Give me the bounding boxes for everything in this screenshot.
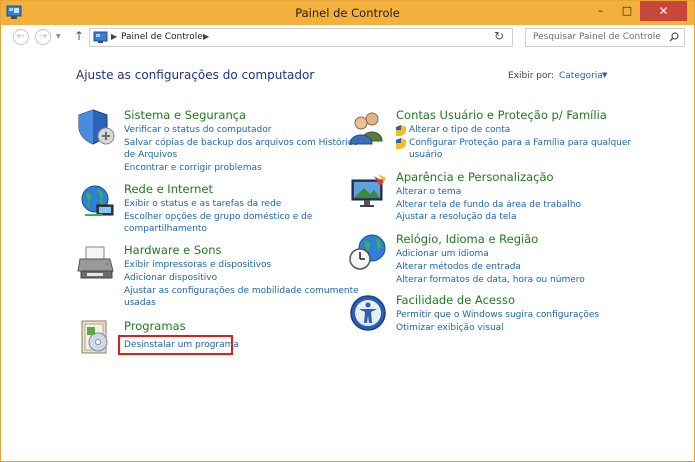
close-button[interactable]: ✕ bbox=[640, 1, 687, 21]
category-title-rede-e-internet[interactable]: Rede e Internet bbox=[124, 182, 213, 196]
address-bar[interactable]: ▶ Painel de Controle ▶ bbox=[89, 28, 513, 47]
category-title-aparencia[interactable]: Aparência e Personalização bbox=[396, 170, 554, 184]
back-button[interactable]: ← bbox=[13, 29, 29, 45]
link-exibir-status-rede[interactable]: Exibir o status e as tarefas da rede bbox=[124, 198, 281, 210]
link-ajustar-mobilidade[interactable]: Ajustar as configurações de mobilidade c… bbox=[124, 285, 359, 297]
link-ajustar-resolucao[interactable]: Ajustar a resolução da tela bbox=[396, 211, 516, 223]
navigation-bar: ← → ▼ ↑ ▶ Painel de Controle ▶ ↻ Pesquis… bbox=[1, 25, 694, 50]
refresh-icon[interactable]: ↻ bbox=[494, 29, 504, 43]
search-icon[interactable] bbox=[669, 32, 679, 42]
control-panel-icon bbox=[93, 31, 108, 43]
link-salvar-copias-backup-cont[interactable]: de Arquivos bbox=[124, 149, 177, 161]
category-title-hardware-e-sons[interactable]: Hardware e Sons bbox=[124, 243, 222, 257]
link-configurar-protecao-familia-cont[interactable]: usuário bbox=[409, 149, 442, 161]
category-title-facilidade-acesso[interactable]: Facilidade de Acesso bbox=[396, 293, 515, 307]
highlight-box bbox=[118, 335, 233, 355]
maximize-button[interactable]: □ bbox=[614, 1, 640, 21]
category-title-relogio-idioma-regiao[interactable]: Relógio, Idioma e Região bbox=[396, 232, 538, 246]
link-encontrar-corrigir-problemas[interactable]: Encontrar e corrigir problemas bbox=[124, 162, 262, 174]
chevron-down-icon[interactable]: ▼ bbox=[602, 71, 607, 79]
title-bar[interactable]: Painel de Controle – □ ✕ bbox=[1, 1, 694, 25]
link-grupo-domestico-cont[interactable]: compartilhamento bbox=[124, 223, 207, 235]
clock-globe-icon[interactable] bbox=[348, 232, 388, 272]
shield-security-icon[interactable] bbox=[77, 107, 117, 147]
main-content: Ajuste as configurações do computador Ex… bbox=[1, 50, 694, 461]
link-adicionar-dispositivo[interactable]: Adicionar dispositivo bbox=[124, 272, 217, 284]
recent-locations-chevron-icon[interactable]: ▼ bbox=[56, 33, 61, 40]
breadcrumb-painel-de-controle[interactable]: Painel de Controle bbox=[121, 32, 203, 42]
search-placeholder: Pesquisar Painel de Controle bbox=[533, 32, 661, 42]
category-title-sistema-e-seguranca[interactable]: Sistema e Segurança bbox=[124, 108, 246, 122]
breadcrumb-separator-icon[interactable]: ▶ bbox=[111, 32, 117, 41]
link-salvar-copias-backup[interactable]: Salvar cópias de backup dos arquivos com… bbox=[124, 137, 358, 149]
link-permitir-windows-sugira[interactable]: Permitir que o Windows sugira configuraç… bbox=[396, 309, 599, 321]
link-verificar-status[interactable]: Verificar o status do computador bbox=[124, 124, 271, 136]
network-globe-icon[interactable] bbox=[77, 181, 117, 221]
forward-button[interactable]: → bbox=[35, 29, 51, 45]
users-icon[interactable] bbox=[348, 107, 388, 147]
minimize-button[interactable]: – bbox=[587, 1, 614, 21]
view-by-dropdown[interactable]: Categoria bbox=[559, 71, 603, 81]
search-input[interactable]: Pesquisar Painel de Controle bbox=[525, 28, 685, 47]
link-alterar-tema[interactable]: Alterar o tema bbox=[396, 186, 461, 198]
programs-icon[interactable] bbox=[77, 317, 117, 357]
page-title: Ajuste as configurações do computador bbox=[76, 68, 315, 82]
up-button[interactable]: ↑ bbox=[74, 29, 84, 43]
printer-icon[interactable] bbox=[77, 243, 117, 283]
ease-of-access-icon[interactable] bbox=[348, 293, 388, 333]
link-alterar-formatos-data[interactable]: Alterar formatos de data, hora ou número bbox=[396, 274, 585, 286]
category-title-programas[interactable]: Programas bbox=[124, 319, 186, 333]
uac-shield-icon bbox=[396, 138, 406, 149]
link-alterar-metodos-entrada[interactable]: Alterar métodos de entrada bbox=[396, 261, 521, 273]
link-adicionar-idioma[interactable]: Adicionar um idioma bbox=[396, 248, 489, 260]
category-title-contas-usuario[interactable]: Contas Usuário e Proteção p/ Família bbox=[396, 108, 607, 122]
breadcrumb-separator-icon[interactable]: ▶ bbox=[203, 32, 209, 41]
uac-shield-icon bbox=[396, 125, 406, 136]
appearance-icon[interactable] bbox=[348, 172, 388, 212]
link-otimizar-exibicao[interactable]: Otimizar exibição visual bbox=[396, 322, 504, 334]
link-grupo-domestico[interactable]: Escolher opções de grupo doméstico e de bbox=[124, 211, 312, 223]
link-alterar-tela-fundo[interactable]: Alterar tela de fundo da área de trabalh… bbox=[396, 199, 581, 211]
link-alterar-tipo-conta[interactable]: Alterar o tipo de conta bbox=[409, 124, 510, 136]
link-exibir-impressoras[interactable]: Exibir impressoras e dispositivos bbox=[124, 259, 271, 271]
link-ajustar-mobilidade-cont[interactable]: usadas bbox=[124, 297, 156, 309]
control-panel-window: Painel de Controle – □ ✕ ← → ▼ ↑ ▶ Paine… bbox=[0, 0, 695, 462]
view-by-label: Exibir por: bbox=[508, 71, 555, 81]
link-configurar-protecao-familia[interactable]: Configurar Proteção para a Família para … bbox=[409, 137, 631, 149]
